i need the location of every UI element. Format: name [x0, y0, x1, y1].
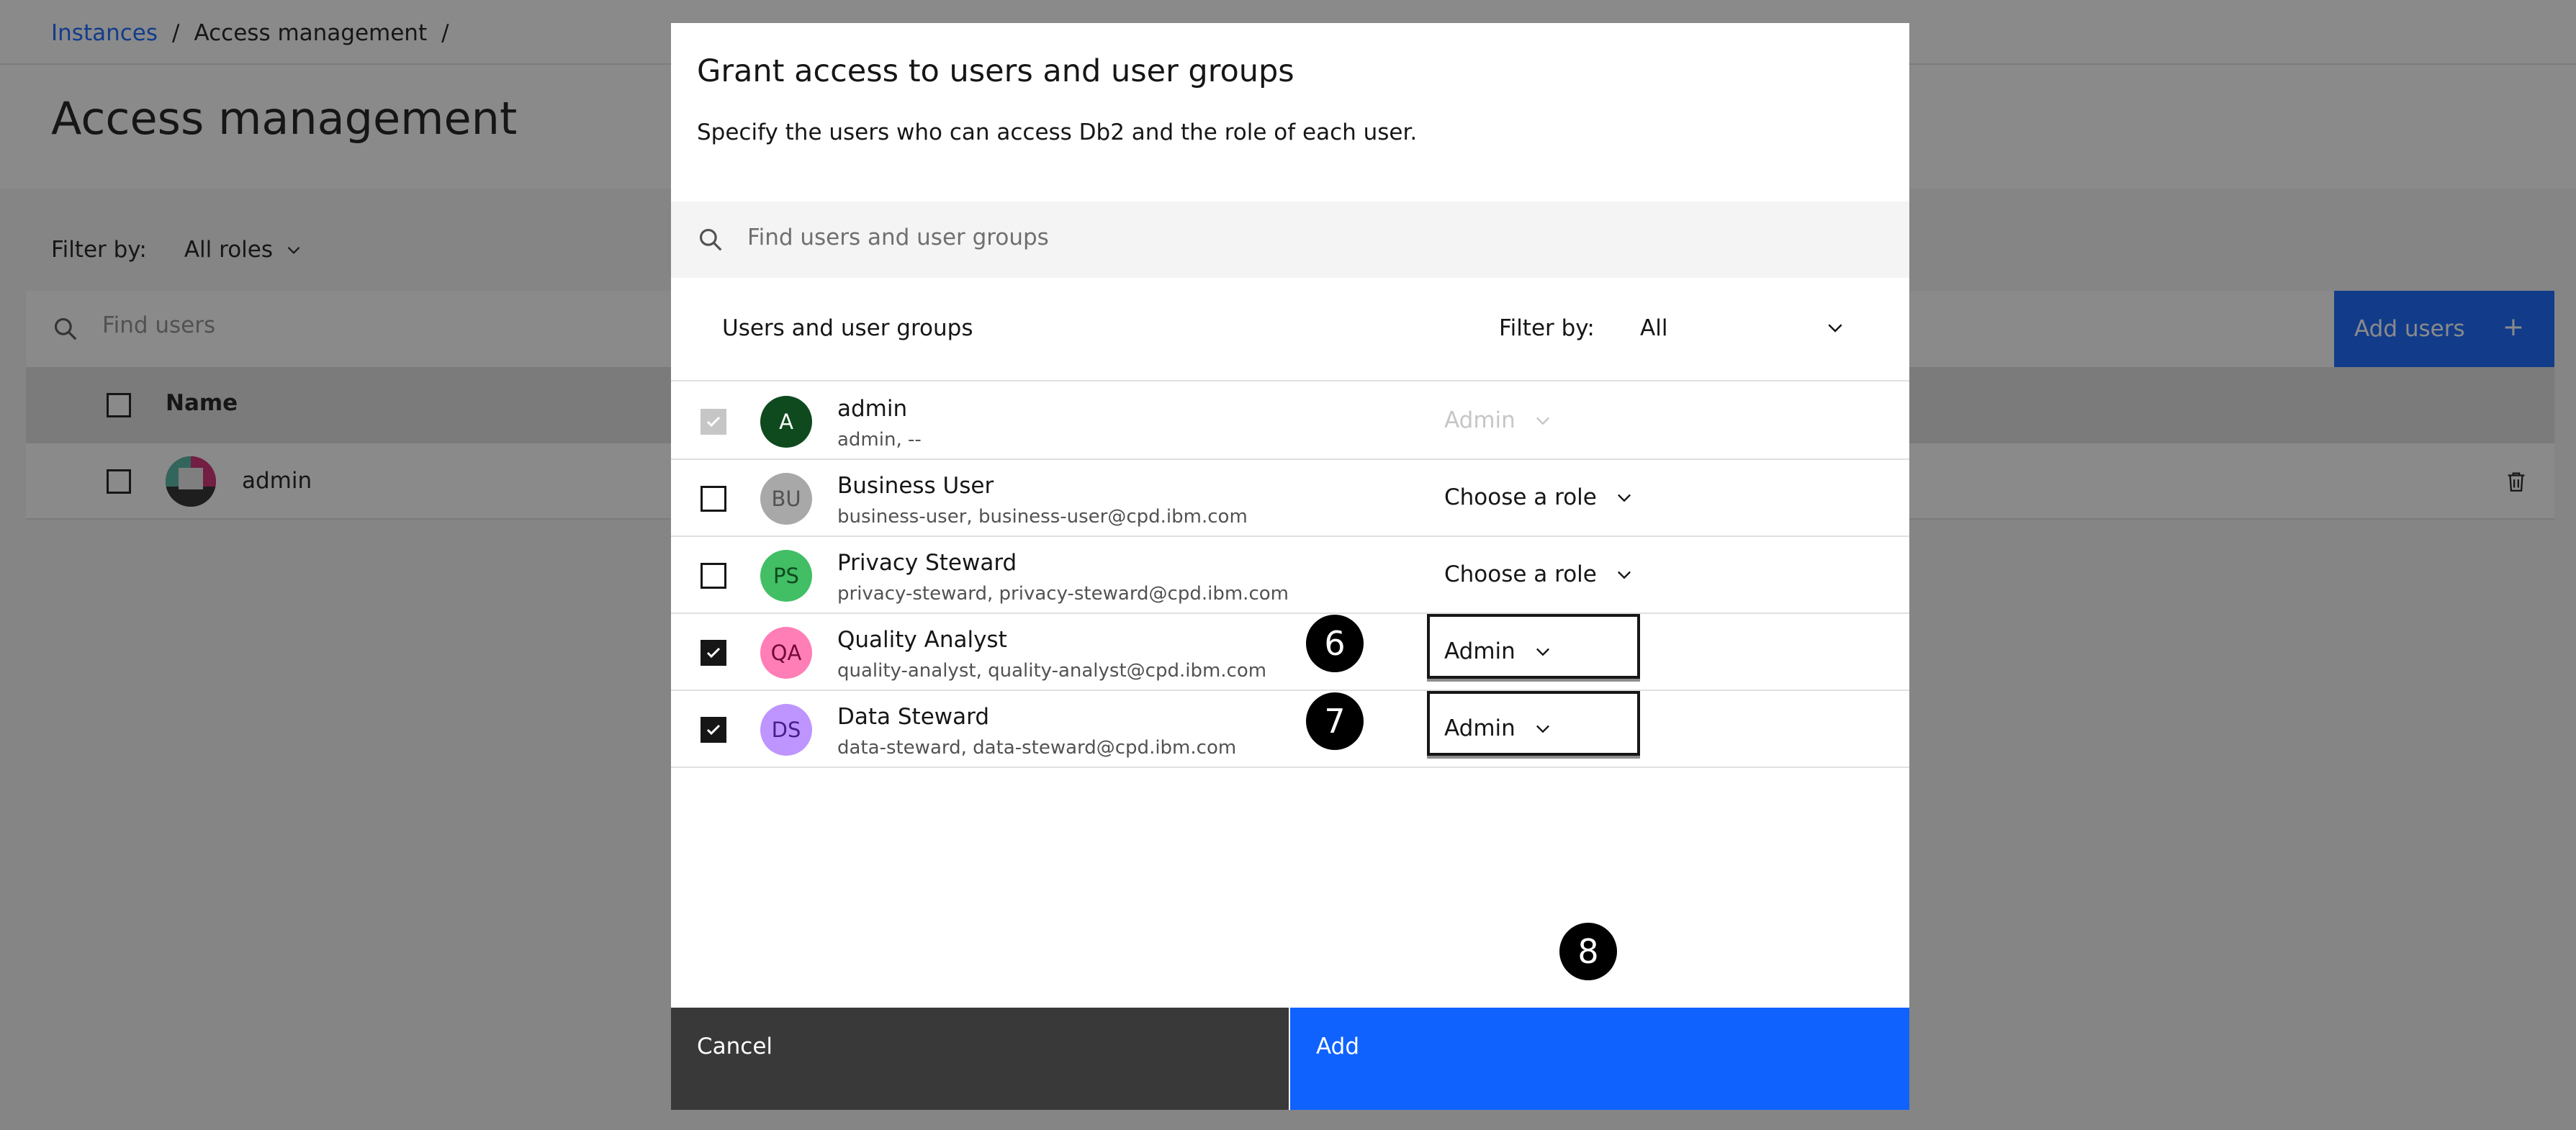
chevron-down-icon: [1617, 494, 1631, 502]
step-callout-8: 8: [1559, 923, 1617, 980]
role-dropdown: Admin: [1444, 404, 1553, 436]
role-value: Admin: [1444, 407, 1516, 433]
user-row-business-user: BU Business User business-user, business…: [671, 460, 1909, 537]
avatar: A: [760, 396, 812, 448]
role-value: Admin: [1444, 638, 1516, 664]
role-dropdown[interactable]: Admin: [1444, 636, 1553, 667]
avatar: BU: [760, 473, 812, 525]
user-checkbox[interactable]: [701, 409, 726, 435]
user-checkbox[interactable]: [701, 563, 726, 589]
filter-dropdown[interactable]: All: [1640, 315, 1667, 341]
step-callout-7: 7: [1306, 692, 1364, 750]
chevron-down-icon: [1536, 725, 1549, 733]
filter-label: Filter by:: [1499, 315, 1595, 341]
user-checkbox[interactable]: [701, 486, 726, 512]
user-row-quality-analyst: QA Quality Analyst quality-analyst, qual…: [671, 614, 1909, 691]
user-name: Data Steward: [837, 704, 990, 730]
user-name: admin: [837, 396, 908, 422]
modal-title: Grant access to users and user groups: [697, 53, 1294, 89]
modal-footer: Cancel Add: [671, 1008, 1909, 1110]
role-dropdown[interactable]: Admin: [1444, 713, 1553, 744]
user-name: Privacy Steward: [837, 550, 1017, 576]
modal-description: Specify the users who can access Db2 and…: [697, 119, 1418, 145]
search-input[interactable]: Find users and user groups: [747, 225, 1049, 250]
user-name: Business User: [837, 473, 994, 499]
chevron-down-icon: [1536, 417, 1549, 425]
chevron-down-icon: [1617, 571, 1631, 579]
user-row-admin: A admin admin, -- Admin: [671, 383, 1909, 460]
role-dropdown[interactable]: Choose a role: [1444, 559, 1634, 590]
step-callout-6: 6: [1306, 615, 1364, 672]
cancel-button[interactable]: Cancel: [671, 1008, 1289, 1110]
modal-search-bar[interactable]: Find users and user groups: [671, 202, 1909, 278]
add-button[interactable]: Add: [1290, 1008, 1909, 1110]
role-value: Choose a role: [1444, 484, 1597, 510]
avatar: DS: [760, 704, 812, 756]
checkmark-icon: [706, 647, 721, 659]
role-dropdown[interactable]: Choose a role: [1444, 482, 1634, 513]
user-name: Quality Analyst: [837, 627, 1007, 653]
user-meta: admin, --: [837, 429, 922, 451]
user-meta: business-user, business-user@cpd.ibm.com: [837, 506, 1248, 528]
user-meta: quality-analyst, quality-analyst@cpd.ibm…: [837, 660, 1267, 682]
avatar: PS: [760, 550, 812, 602]
user-meta: privacy-steward, privacy-steward@cpd.ibm…: [837, 583, 1289, 605]
user-checkbox[interactable]: [701, 717, 726, 743]
role-value: Choose a role: [1444, 561, 1597, 587]
user-list-header: Users and user groups Filter by: All: [671, 278, 1909, 381]
user-row-data-steward: DS Data Steward data-steward, data-stewa…: [671, 691, 1909, 768]
chevron-down-icon: [1536, 648, 1549, 656]
user-checkbox[interactable]: [701, 640, 726, 666]
grant-access-modal: Grant access to users and user groups Sp…: [671, 23, 1909, 1110]
user-row-privacy-steward: PS Privacy Steward privacy-steward, priv…: [671, 537, 1909, 614]
role-value: Admin: [1444, 715, 1516, 741]
user-meta: data-steward, data-steward@cpd.ibm.com: [837, 737, 1237, 759]
checkmark-icon: [706, 416, 721, 428]
checkmark-icon: [706, 724, 721, 736]
avatar: QA: [760, 627, 812, 679]
search-icon: [699, 228, 722, 251]
list-title: Users and user groups: [722, 315, 973, 341]
chevron-down-icon[interactable]: [1824, 317, 1846, 338]
